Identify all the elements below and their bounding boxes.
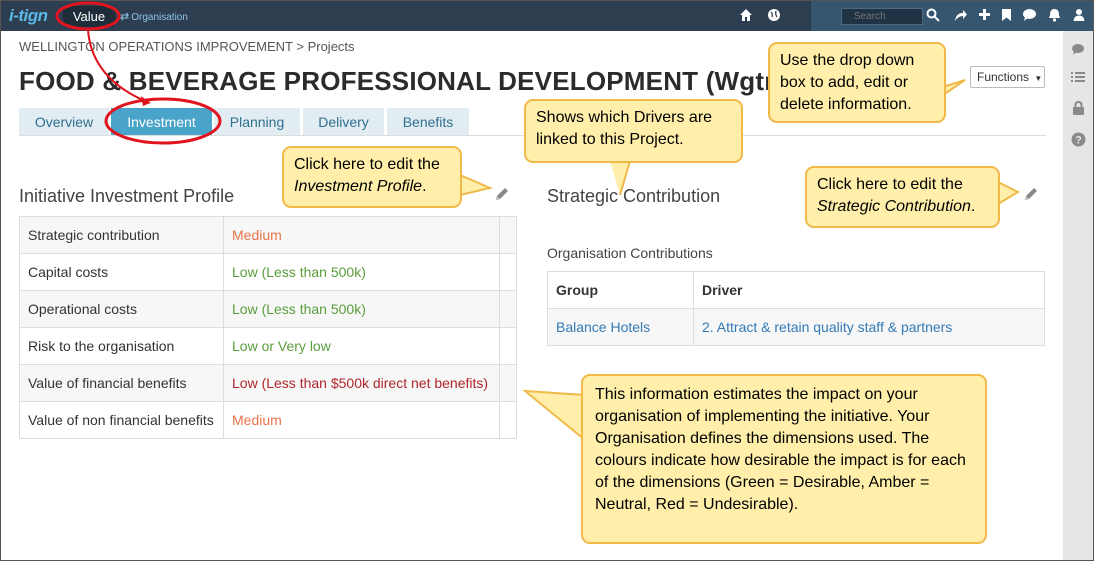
bell-icon[interactable]: [1048, 8, 1061, 26]
organisation-switch-link[interactable]: ⇄ Organisation: [120, 10, 188, 23]
investment-profile-table: Strategic contribution Medium Capital cost…: [19, 216, 517, 439]
table-row: Strategic contribution Medium: [19, 216, 517, 254]
lock-icon[interactable]: [1070, 100, 1086, 117]
profile-dimension-label: Operational costs: [19, 290, 224, 328]
profile-dimension-label: Risk to the organisation: [19, 327, 224, 365]
top-navigation-bar: i-tign Value ⇄ Organisation: [1, 1, 1093, 31]
investment-profile-title: Initiative Investment Profile: [19, 186, 235, 206]
page-title: FOOD & BEVERAGE PROFESSIONAL DEVELOPMENT…: [19, 66, 790, 96]
investment-edit-prefix: Click here to edit the: [294, 156, 440, 173]
profile-dimension-value: Low or Very low: [223, 327, 500, 365]
strategic-edit-callout: Click here to edit the Strategic Contrib…: [805, 166, 1000, 228]
share-icon[interactable]: [953, 8, 968, 26]
search-icon[interactable]: [926, 8, 940, 26]
functions-label: Functions: [977, 70, 1030, 84]
driver-link[interactable]: 2. Attract & retain quality staff & part…: [693, 308, 1045, 346]
profile-row-spacer: [499, 401, 517, 439]
table-row: Balance Hotels 2. Attract & retain quali…: [547, 308, 1045, 346]
table-row: Capital costs Low (Less than 500k): [19, 253, 517, 291]
profile-dimension-label: Value of non financial benefits: [19, 401, 224, 439]
profile-dimension-value: Medium: [223, 216, 500, 254]
investment-edit-callout: Click here to edit the Investment Profil…: [282, 146, 462, 208]
table-row: Value of financial benefits Low (Less tha…: [19, 364, 517, 402]
comment-icon[interactable]: [1022, 8, 1037, 26]
app-logo[interactable]: i-tign: [9, 6, 48, 26]
table-row: Risk to the organisation Low or Very low: [19, 327, 517, 365]
table-row: Operational costs Low (Less than 500k): [19, 290, 517, 328]
profile-dimension-label: Value of financial benefits: [19, 364, 224, 402]
profile-dimension-value: Medium: [223, 401, 500, 439]
breadcrumb[interactable]: WELLINGTON OPERATIONS IMPROVEMENT > Proj…: [19, 39, 355, 54]
caret-down-icon: ▼: [1034, 74, 1043, 83]
tab-overview[interactable]: Overview: [19, 108, 109, 136]
profile-dimension-value: Low (Less than 500k): [223, 290, 500, 328]
column-header-group: Group: [547, 271, 694, 309]
profile-row-spacer: [499, 364, 517, 402]
home-icon[interactable]: [739, 8, 753, 26]
list-icon[interactable]: [1070, 71, 1086, 87]
pencil-icon[interactable]: [494, 186, 510, 206]
dropdown-callout: Use the drop down box to add, edit or de…: [768, 42, 946, 123]
pencil-icon[interactable]: [1023, 186, 1039, 206]
profile-dimension-value: Low (Less than $500k direct net benefits…: [223, 364, 500, 402]
svg-text:?: ?: [1075, 135, 1082, 147]
tab-benefits[interactable]: Benefits: [387, 108, 469, 136]
chat-icon[interactable]: [1070, 43, 1086, 59]
profile-dimension-label: Capital costs: [19, 253, 224, 291]
functions-dropdown[interactable]: Functions ▼: [970, 66, 1045, 88]
search-input[interactable]: [841, 8, 923, 25]
profile-row-spacer: [499, 290, 517, 328]
strategic-edit-prefix: Click here to edit the: [817, 176, 963, 193]
estimates-callout: This information estimates the impact on…: [581, 374, 987, 544]
organisation-contributions-subtitle: Organisation Contributions: [547, 245, 713, 261]
profile-row-spacer: [499, 216, 517, 254]
help-icon[interactable]: ?: [1070, 132, 1086, 148]
drivers-callout: Shows which Drivers are linked to this P…: [524, 99, 743, 163]
tab-investment[interactable]: Investment: [111, 108, 212, 136]
table-header-row: Group Driver: [547, 271, 1045, 309]
user-icon[interactable]: [1073, 8, 1085, 26]
profile-dimension-value: Low (Less than 500k): [223, 253, 500, 291]
organisation-label: Organisation: [131, 12, 188, 23]
profile-row-spacer: [499, 327, 517, 365]
exchange-icon: ⇄: [120, 11, 130, 23]
profile-row-spacer: [499, 253, 517, 291]
value-menu-button[interactable]: Value: [63, 6, 115, 27]
investment-edit-italic: Investment Profile: [294, 178, 423, 195]
column-header-driver: Driver: [693, 271, 1045, 309]
profile-dimension-label: Strategic contribution: [19, 216, 224, 254]
strategic-contribution-title: Strategic Contribution: [547, 186, 721, 206]
plus-icon[interactable]: [978, 8, 991, 25]
group-link[interactable]: Balance Hotels: [547, 308, 694, 346]
table-row: Value of non financial benefits Medium: [19, 401, 517, 439]
right-sidebar: ?: [1063, 31, 1093, 560]
globe-icon[interactable]: [767, 8, 781, 26]
tab-planning[interactable]: Planning: [214, 108, 300, 136]
strategic-edit-italic: Strategic Contribution: [817, 198, 971, 215]
tab-delivery[interactable]: Delivery: [303, 108, 384, 136]
bookmark-icon[interactable]: [1001, 8, 1012, 26]
organisation-contributions-table: Group Driver Balance Hotels 2. Attract &…: [547, 271, 1045, 346]
